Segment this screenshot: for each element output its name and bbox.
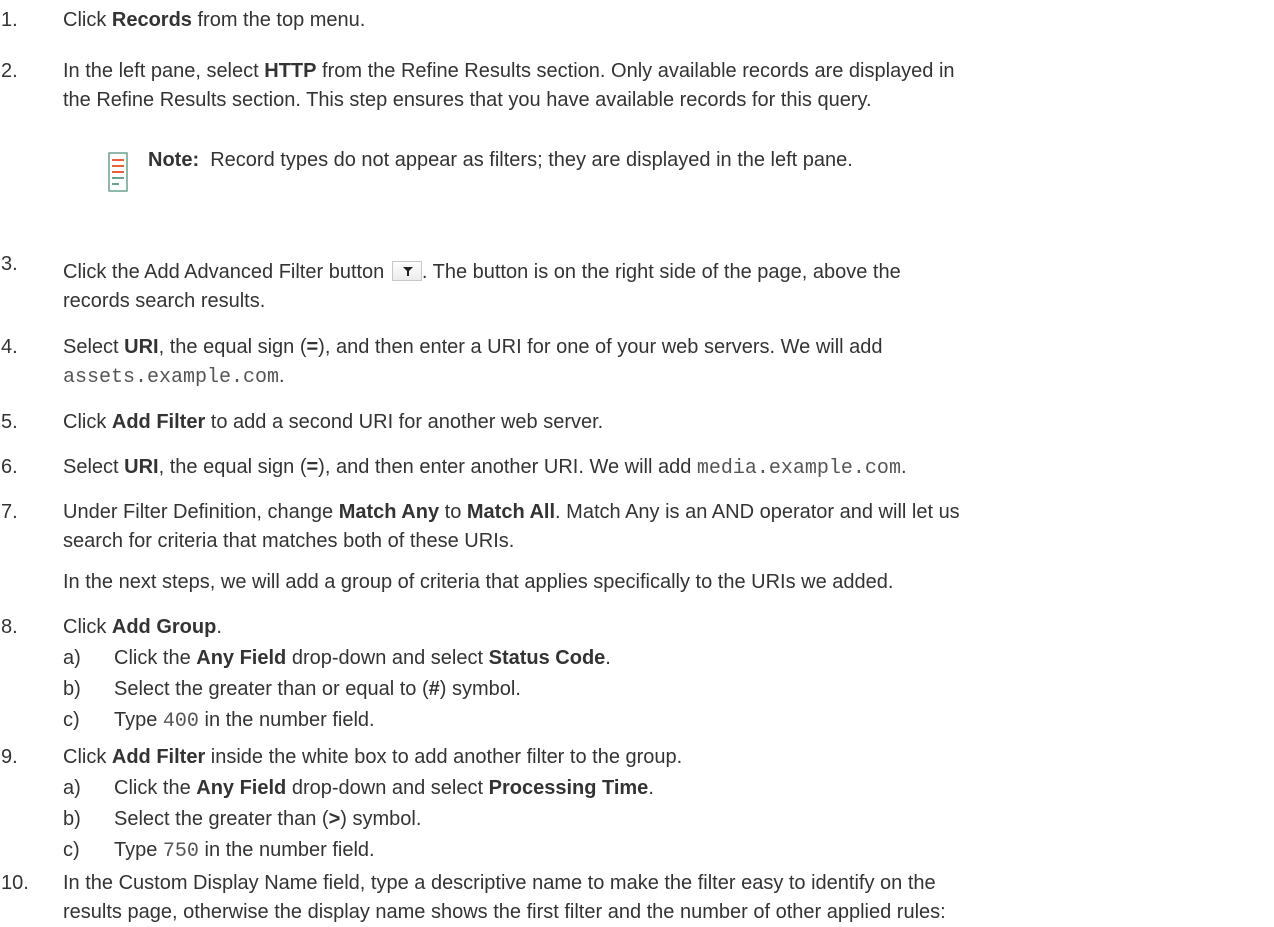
substep-text: Select the greater than or equal to (#) … [114, 678, 521, 700]
step-number: 6. [1, 456, 18, 478]
substep-letter: a) [63, 647, 81, 669]
step-number: 10. [1, 872, 29, 894]
step-number: 9. [1, 746, 18, 768]
substep-letter: c) [63, 709, 80, 731]
step-number: 5. [1, 411, 18, 433]
substep-letter: b) [63, 808, 81, 830]
substep-letter: c) [63, 839, 80, 861]
step-text: Click Add Group. [63, 616, 222, 638]
step-number: 3. [1, 253, 18, 275]
substep-text: Select the greater than (>) symbol. [114, 808, 422, 830]
substep-text: Click the Any Field drop-down and select… [114, 647, 611, 669]
step-number: 2. [1, 60, 18, 82]
filter-icon [402, 267, 413, 276]
add-advanced-filter-button[interactable] [391, 261, 422, 281]
instructions-document: 1. Click Records from the top menu. 2. I… [0, 0, 1274, 923]
step-text: In the left pane, select HTTP from the R… [63, 60, 955, 111]
substep-letter: a) [63, 777, 81, 799]
step-text: Click Add Filter to add a second URI for… [63, 411, 604, 433]
step-text: Click Records from the top menu. [63, 9, 366, 31]
step-text: Click the Add Advanced Filter button . T… [63, 261, 901, 312]
substep-text: Click the Any Field drop-down and select… [114, 777, 654, 799]
substep-text: Type 750 in the number field. [114, 839, 375, 863]
step-text: In the Custom Display Name field, type a… [63, 872, 946, 923]
step-number: 4. [1, 336, 18, 358]
step-number: 1. [1, 9, 18, 31]
step-text: Select URI, the equal sign (=), and then… [63, 336, 883, 389]
step-number: 8. [1, 616, 18, 638]
step-text: Under Filter Definition, change Match An… [63, 501, 960, 593]
note-text: Note: Record types do not appear as filt… [148, 149, 853, 171]
step-number: 7. [1, 501, 18, 523]
note-icon [108, 152, 128, 192]
step-text: Click Add Filter inside the white box to… [63, 746, 683, 768]
substep-text: Type 400 in the number field. [114, 709, 375, 733]
step-text: Select URI, the equal sign (=), and then… [63, 456, 907, 480]
substep-letter: b) [63, 678, 81, 700]
